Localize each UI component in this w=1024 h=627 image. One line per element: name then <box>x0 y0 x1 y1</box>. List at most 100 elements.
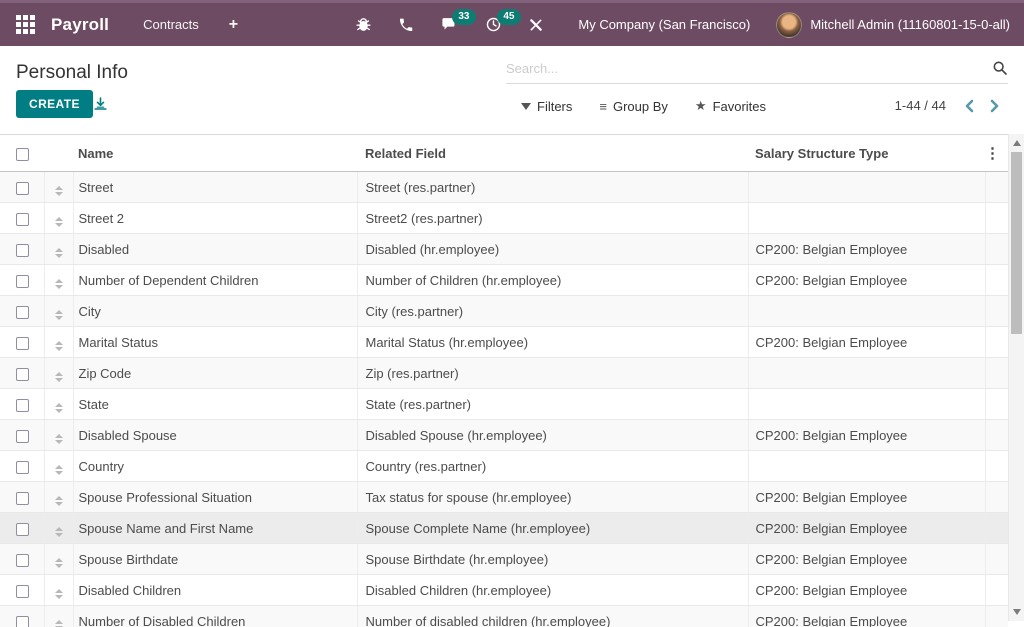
cell-salary-structure-type[interactable] <box>748 451 985 482</box>
table-row[interactable]: Spouse Birthdate Spouse Birthdate (hr.em… <box>0 544 1008 575</box>
drag-handle-icon[interactable] <box>55 248 63 258</box>
row-checkbox[interactable] <box>16 461 29 474</box>
select-all-checkbox[interactable] <box>16 148 29 161</box>
cell-name[interactable]: Spouse Birthdate <box>73 544 357 575</box>
row-checkbox[interactable] <box>16 275 29 288</box>
cell-name[interactable]: Street <box>73 172 357 203</box>
create-button[interactable]: CREATE <box>16 90 93 118</box>
cell-salary-structure-type[interactable]: CP200: Belgian Employee <box>748 420 985 451</box>
pager-prev-button[interactable] <box>964 99 974 113</box>
row-checkbox[interactable] <box>16 368 29 381</box>
cell-salary-structure-type[interactable] <box>748 389 985 420</box>
drag-handle-icon[interactable] <box>55 434 63 444</box>
group-by-button[interactable]: ≡ Group By <box>599 98 668 114</box>
cell-name[interactable]: Marital Status <box>73 327 357 358</box>
cell-related-field[interactable]: Tax status for spouse (hr.employee) <box>357 482 748 513</box>
cell-salary-structure-type[interactable]: CP200: Belgian Employee <box>748 482 985 513</box>
table-row[interactable]: Number of Disabled Children Number of di… <box>0 606 1008 627</box>
app-name[interactable]: Payroll <box>51 15 109 35</box>
cell-salary-structure-type[interactable]: CP200: Belgian Employee <box>748 606 985 627</box>
row-checkbox[interactable] <box>16 554 29 567</box>
row-checkbox[interactable] <box>16 616 29 627</box>
tools-icon[interactable] <box>528 17 544 33</box>
drag-handle-icon[interactable] <box>55 620 63 627</box>
row-checkbox[interactable] <box>16 213 29 226</box>
table-row[interactable]: State State (res.partner) <box>0 389 1008 420</box>
cell-name[interactable]: Spouse Professional Situation <box>73 482 357 513</box>
drag-handle-icon[interactable] <box>55 372 63 382</box>
drag-handle-icon[interactable] <box>55 589 63 599</box>
user-avatar[interactable] <box>776 12 802 38</box>
pager-next-button[interactable] <box>990 99 1000 113</box>
scrollbar-thumb[interactable] <box>1011 152 1022 334</box>
table-row[interactable]: Spouse Professional Situation Tax status… <box>0 482 1008 513</box>
cell-salary-structure-type[interactable]: CP200: Belgian Employee <box>748 575 985 606</box>
cell-related-field[interactable]: State (res.partner) <box>357 389 748 420</box>
table-row[interactable]: Street 2 Street2 (res.partner) <box>0 203 1008 234</box>
cell-related-field[interactable]: Disabled (hr.employee) <box>357 234 748 265</box>
cell-name[interactable]: Disabled <box>73 234 357 265</box>
row-checkbox[interactable] <box>16 306 29 319</box>
cell-related-field[interactable]: Spouse Birthdate (hr.employee) <box>357 544 748 575</box>
cell-related-field[interactable]: Country (res.partner) <box>357 451 748 482</box>
row-checkbox[interactable] <box>16 182 29 195</box>
table-row[interactable]: City City (res.partner) <box>0 296 1008 327</box>
cell-related-field[interactable]: Number of Children (hr.employee) <box>357 265 748 296</box>
cell-name[interactable]: Number of Dependent Children <box>73 265 357 296</box>
row-checkbox[interactable] <box>16 399 29 412</box>
table-row[interactable]: Disabled Disabled (hr.employee) CP200: B… <box>0 234 1008 265</box>
scrollbar-down-arrow[interactable] <box>1009 605 1024 619</box>
drag-handle-icon[interactable] <box>55 341 63 351</box>
cell-related-field[interactable]: Marital Status (hr.employee) <box>357 327 748 358</box>
drag-handle-icon[interactable] <box>55 465 63 475</box>
row-checkbox[interactable] <box>16 585 29 598</box>
export-download-icon[interactable] <box>92 96 109 117</box>
drag-handle-icon[interactable] <box>55 403 63 413</box>
filters-button[interactable]: Filters <box>521 98 572 114</box>
cell-salary-structure-type[interactable] <box>748 203 985 234</box>
cell-name[interactable]: Street 2 <box>73 203 357 234</box>
cell-name[interactable]: City <box>73 296 357 327</box>
messages-icon[interactable]: 33 <box>440 16 459 33</box>
column-header-salary-structure-type[interactable]: Salary Structure Type <box>748 135 985 172</box>
table-row[interactable]: Marital Status Marital Status (hr.employ… <box>0 327 1008 358</box>
table-row[interactable]: Disabled Children Disabled Children (hr.… <box>0 575 1008 606</box>
company-switcher[interactable]: My Company (San Francisco) <box>578 17 750 32</box>
table-row[interactable]: Street Street (res.partner) <box>0 172 1008 203</box>
menu-contracts[interactable]: Contracts <box>143 17 199 32</box>
table-row[interactable]: Spouse Name and First Name Spouse Comple… <box>0 513 1008 544</box>
table-row[interactable]: Number of Dependent Children Number of C… <box>0 265 1008 296</box>
apps-menu-icon[interactable] <box>16 15 35 34</box>
plus-icon[interactable]: + <box>229 16 238 34</box>
row-checkbox[interactable] <box>16 430 29 443</box>
cell-related-field[interactable]: Street (res.partner) <box>357 172 748 203</box>
drag-handle-icon[interactable] <box>55 558 63 568</box>
cell-name[interactable]: Disabled Spouse <box>73 420 357 451</box>
cell-salary-structure-type[interactable]: CP200: Belgian Employee <box>748 513 985 544</box>
optional-columns-icon[interactable]: ⋮ <box>985 145 1000 162</box>
drag-handle-icon[interactable] <box>55 217 63 227</box>
user-menu[interactable]: Mitchell Admin (11160801-15-0-all) <box>810 17 1010 32</box>
table-row[interactable]: Disabled Spouse Disabled Spouse (hr.empl… <box>0 420 1008 451</box>
search-icon[interactable] <box>992 60 1008 76</box>
cell-related-field[interactable]: Disabled Spouse (hr.employee) <box>357 420 748 451</box>
drag-handle-icon[interactable] <box>55 527 63 537</box>
table-row[interactable]: Country Country (res.partner) <box>0 451 1008 482</box>
cell-salary-structure-type[interactable] <box>748 172 985 203</box>
column-header-name[interactable]: Name <box>73 135 357 172</box>
cell-salary-structure-type[interactable] <box>748 358 985 389</box>
drag-handle-icon[interactable] <box>55 496 63 506</box>
drag-handle-icon[interactable] <box>55 310 63 320</box>
favorites-button[interactable]: ★ Favorites <box>695 98 766 114</box>
activities-clock-icon[interactable]: 45 <box>485 16 502 33</box>
drag-handle-icon[interactable] <box>55 279 63 289</box>
cell-related-field[interactable]: Disabled Children (hr.employee) <box>357 575 748 606</box>
cell-name[interactable]: Zip Code <box>73 358 357 389</box>
cell-salary-structure-type[interactable]: CP200: Belgian Employee <box>748 234 985 265</box>
cell-name[interactable]: Number of Disabled Children <box>73 606 357 627</box>
row-checkbox[interactable] <box>16 492 29 505</box>
cell-related-field[interactable]: Spouse Complete Name (hr.employee) <box>357 513 748 544</box>
drag-handle-icon[interactable] <box>55 186 63 196</box>
cell-salary-structure-type[interactable]: CP200: Belgian Employee <box>748 265 985 296</box>
cell-name[interactable]: State <box>73 389 357 420</box>
